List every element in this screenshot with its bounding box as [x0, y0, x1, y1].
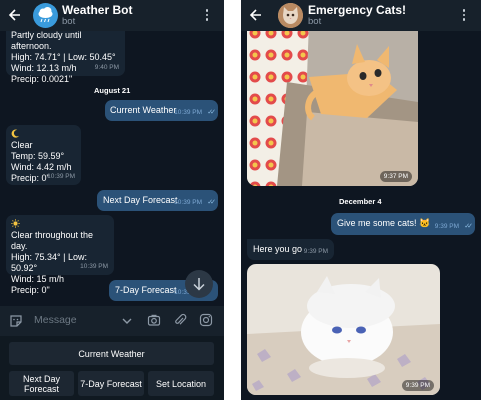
arrow-down-icon [193, 278, 205, 291]
message-bubble: Next Day Forecast 10:39 PM ✓✓ [97, 190, 218, 211]
message-text: Clear throughout the day. High: 75.34° |… [11, 230, 94, 295]
bot-keyboard: Current Weather Next Day Forecast 7-Day … [0, 336, 224, 400]
date-separator: August 21 [94, 86, 131, 95]
message-time: 10:39 PM [174, 109, 202, 116]
message-input-bar: Message [0, 306, 224, 336]
weather-bot-avatar[interactable] [33, 3, 58, 28]
white-kitten-image [247, 264, 440, 395]
message-time: 9:39 PM [303, 248, 328, 255]
message-bubble: Clear Temp: 59.59° Wind: 4.42 m/h Precip… [6, 125, 81, 185]
camera-icon[interactable] [147, 313, 161, 327]
attach-icon[interactable] [173, 313, 187, 327]
back-arrow-icon[interactable] [249, 7, 263, 23]
message-bubble: Here you go 9:39 PM [247, 239, 334, 260]
cloud-rain-icon [38, 7, 53, 23]
photo-time: 9:39 PM [401, 380, 434, 391]
chat-header: Weather Bot bot [0, 0, 224, 31]
message-time: 9:40 PM [94, 64, 119, 71]
read-receipt-icon: ✓✓ [207, 109, 216, 116]
photo-time: 9:37 PM [379, 171, 412, 182]
scroll-down-button[interactable] [185, 270, 213, 298]
back-arrow-icon[interactable] [8, 7, 22, 23]
emergency-cats-chat: Emergency Cats! bot 9:37 PM December 4 G… [241, 0, 481, 400]
read-receipt-icon: ✓✓ [464, 223, 473, 230]
seven-day-forecast-button[interactable]: 7-Day Forecast [78, 371, 144, 396]
weather-bot-chat: Weather Bot bot Partly cloudy until afte… [0, 0, 224, 400]
more-options-icon[interactable] [205, 9, 209, 23]
instagram-icon[interactable] [199, 313, 213, 327]
next-day-forecast-button[interactable]: Next Day Forecast [9, 371, 74, 396]
date-separator: December 4 [339, 197, 382, 206]
cat-gif-message[interactable]: 9:39 PM [247, 264, 440, 395]
message-bubble: Give me some cats! 🐱 9:39 PM ✓✓ [331, 213, 475, 235]
read-receipt-icon: ✓✓ [207, 199, 216, 206]
chat-header: Emergency Cats! bot [241, 0, 481, 31]
kitten-in-box-image [247, 22, 418, 186]
message-bubble: Current Weather 10:39 PM ✓✓ [105, 100, 218, 121]
chat-subtitle: bot [308, 16, 322, 27]
sticker-icon[interactable] [9, 314, 23, 328]
message-bubble: Clear throughout the day. High: 75.34° |… [6, 215, 114, 295]
message-input[interactable]: Message [34, 314, 77, 326]
crescent-moon-icon [11, 129, 20, 138]
chevron-down-icon[interactable] [121, 315, 133, 327]
more-options-icon[interactable] [462, 9, 466, 23]
emergency-cats-avatar[interactable] [278, 3, 303, 28]
cat-face-icon [278, 3, 303, 28]
chat-subtitle: bot [62, 16, 76, 27]
message-time: 10:39 PM [47, 173, 75, 180]
message-time: 10:39 PM [80, 263, 108, 270]
sun-icon [11, 219, 20, 228]
current-weather-button[interactable]: Current Weather [9, 342, 214, 365]
chat-title[interactable]: Weather Bot [62, 3, 132, 17]
set-location-button[interactable]: Set Location [148, 371, 214, 396]
message-time: 9:39 PM [434, 223, 459, 230]
message-time: 10:39 PM [174, 199, 202, 206]
chat-title[interactable]: Emergency Cats! [308, 3, 406, 17]
cat-photo-message[interactable]: 9:37 PM [247, 22, 418, 186]
message-text: Partly cloudy until afternoon. High: 74.… [11, 30, 116, 84]
